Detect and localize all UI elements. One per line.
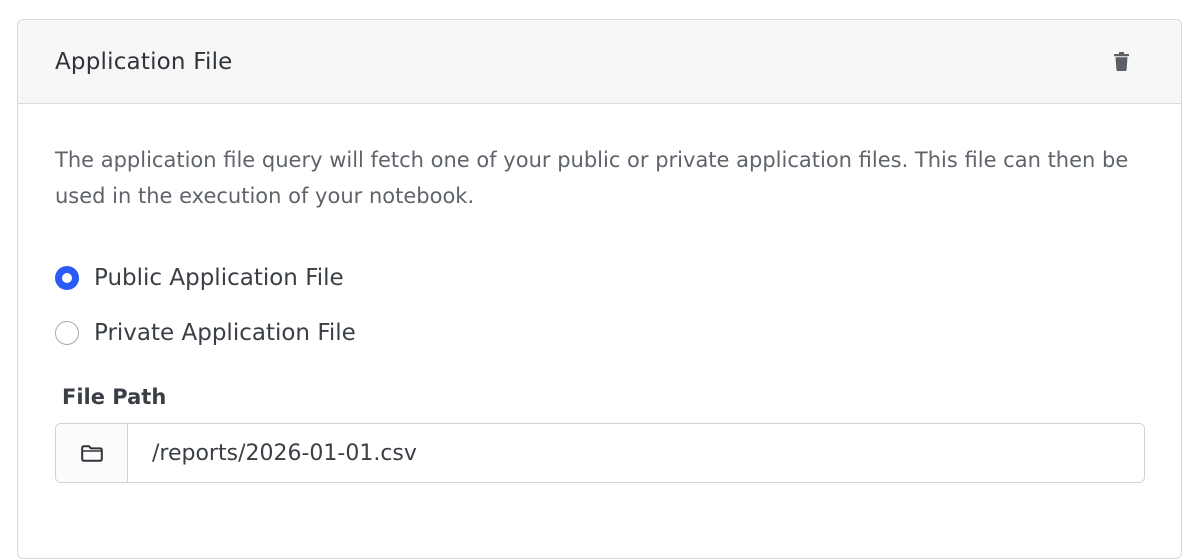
trash-icon	[1113, 52, 1129, 71]
application-file-panel: Application File The application file qu…	[17, 19, 1182, 559]
radio-selected-icon[interactable]	[55, 266, 79, 290]
file-type-radio-group: Public Application File Private Applicat…	[55, 260, 1144, 351]
browse-files-button[interactable]	[56, 424, 128, 482]
file-path-input-group	[55, 423, 1145, 483]
private-file-option[interactable]: Private Application File	[55, 315, 1144, 351]
panel-title: Application File	[55, 48, 233, 75]
file-path-label: File Path	[62, 385, 167, 409]
radio-unselected-icon[interactable]	[55, 321, 79, 345]
delete-button[interactable]	[1107, 48, 1135, 76]
folder-icon	[80, 444, 103, 462]
panel-header: Application File	[18, 20, 1181, 104]
private-file-label[interactable]: Private Application File	[94, 320, 356, 346]
panel-body: The application file query will fetch on…	[18, 104, 1181, 483]
public-file-option[interactable]: Public Application File	[55, 260, 1144, 296]
panel-description: The application file query will fetch on…	[55, 148, 1129, 208]
file-path-input[interactable]	[128, 424, 1144, 482]
public-file-label[interactable]: Public Application File	[94, 265, 344, 291]
